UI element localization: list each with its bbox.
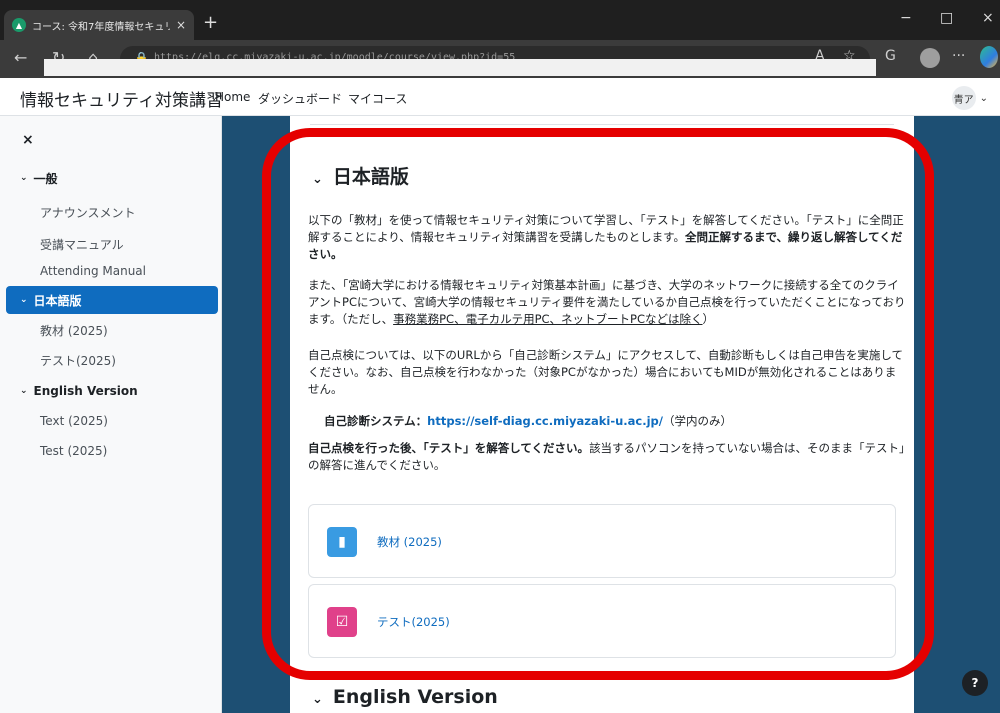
course-index-drawer: × ⌄ 一般 アナウンスメント 受講マニュアル Attending Manual … [0, 116, 222, 713]
chevron-down-icon: ⌄ [20, 173, 28, 183]
maximize-button[interactable]: □ [940, 10, 953, 26]
user-avatar: 青ア [951, 86, 976, 110]
nav-dashboard[interactable]: ダッシュボード [258, 90, 342, 107]
tab-close-icon[interactable]: × [176, 18, 186, 32]
drawer-item-text-2025[interactable]: Text (2025) [6, 407, 218, 435]
drawer-section-english[interactable]: ⌄ English Version [6, 377, 218, 405]
drawer-item-test-2025[interactable]: テスト(2025) [6, 346, 218, 374]
drawer-item-label: 日本語版 [33, 293, 82, 308]
chevron-down-icon: ⌄ [20, 386, 28, 396]
redaction-bar [44, 59, 876, 76]
drawer-item-label: 教材 (2025) [40, 323, 108, 338]
profile-avatar-icon[interactable] [920, 48, 940, 68]
drawer-item-label: 一般 [33, 171, 58, 186]
site-name[interactable]: 情報セキュリティ対策講習 [20, 86, 223, 111]
nav-home[interactable]: Home [215, 90, 250, 104]
site-navbar: 情報セキュリティ対策講習 Home ダッシュボード マイコース 青ア ⌄ [0, 78, 1000, 116]
user-menu[interactable]: 青ア ⌄ [951, 86, 988, 110]
copilot-icon[interactable] [980, 46, 998, 68]
drawer-item-label: アナウンスメント [40, 205, 136, 220]
tab-title: コース: 令和7年度情報セキュリティ対策 [32, 21, 170, 33]
browser-tab[interactable]: ▲ コース: 令和7年度情報セキュリティ対策 × [4, 10, 194, 40]
drawer-item-label: Test (2025) [40, 444, 108, 458]
chevron-down-icon: ⌄ [979, 92, 988, 104]
drawer-item-label: 受講マニュアル [40, 237, 124, 252]
drawer-item-material-2025[interactable]: 教材 (2025) [6, 316, 218, 344]
english-title-text: English Version [332, 686, 498, 708]
drawer-item-label: Attending Manual [40, 264, 146, 278]
more-menu-icon[interactable]: ··· [952, 48, 965, 64]
minimize-button[interactable]: − [900, 10, 912, 26]
chevron-down-icon: ⌄ [312, 692, 323, 707]
extension-icon[interactable]: G [885, 48, 896, 64]
browser-titlebar: ▲ コース: 令和7年度情報セキュリティ対策 × + − □ × [0, 0, 1000, 40]
back-icon[interactable]: ← [14, 48, 27, 67]
new-tab-button[interactable]: + [203, 14, 218, 32]
close-drawer-icon[interactable]: × [22, 132, 34, 148]
drawer-item-test-2025-en[interactable]: Test (2025) [6, 437, 218, 465]
drawer-item-label: テスト(2025) [40, 353, 116, 368]
highlight-annotation [262, 128, 934, 680]
divider [310, 124, 894, 125]
drawer-section-japanese[interactable]: ⌄ 日本語版 [6, 286, 218, 314]
drawer-item-announcements[interactable]: アナウンスメント [6, 198, 218, 226]
drawer-section-general[interactable]: ⌄ 一般 [6, 164, 218, 192]
drawer-item-manual-en[interactable]: Attending Manual [6, 257, 218, 285]
english-section-title[interactable]: ⌄ English Version [312, 686, 498, 708]
help-button[interactable]: ? [962, 670, 988, 696]
drawer-item-label: Text (2025) [40, 414, 108, 428]
close-window-button[interactable]: × [982, 10, 994, 26]
nav-my-courses[interactable]: マイコース [348, 90, 407, 107]
chevron-down-icon: ⌄ [20, 295, 28, 305]
drawer-item-manual-ja[interactable]: 受講マニュアル [6, 230, 218, 258]
drawer-item-label: English Version [33, 384, 138, 398]
moodle-favicon-icon: ▲ [12, 18, 26, 32]
